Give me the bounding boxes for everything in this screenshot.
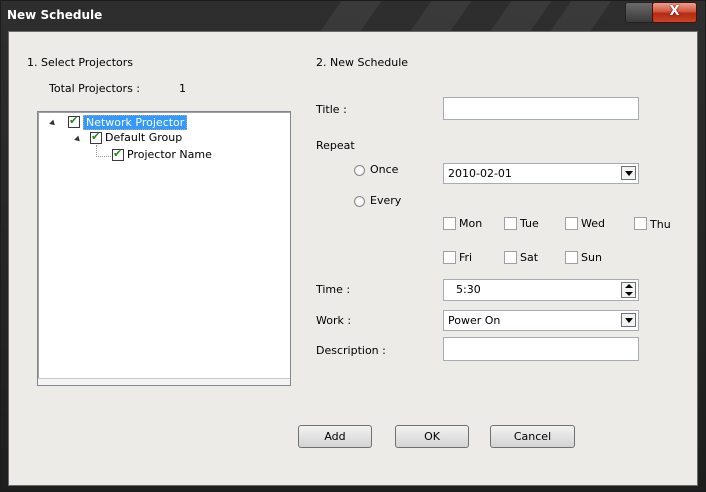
title-input[interactable]	[443, 97, 639, 120]
day-label-mon[interactable]: Mon	[459, 217, 482, 230]
close-icon: X	[669, 4, 680, 19]
titlebar-decoration	[550, 1, 612, 31]
day-label-fri[interactable]: Fri	[459, 251, 472, 264]
projector-tree[interactable]: Network Projector Default Group Projecto…	[37, 111, 291, 386]
checkbox-network-projector[interactable]	[68, 114, 80, 128]
titlebar-decoration	[490, 1, 552, 31]
titlebar-decoration	[410, 1, 472, 31]
day-checkbox-tue[interactable]	[504, 217, 517, 230]
once-label[interactable]: Once	[370, 163, 398, 176]
day-checkbox-mon[interactable]	[443, 217, 456, 230]
select-projectors-heading: 1. Select Projectors	[27, 56, 134, 69]
day-label-sat[interactable]: Sat	[520, 251, 538, 264]
horizontal-scrollbar[interactable]	[38, 378, 290, 385]
tree-node-network-projector[interactable]: Network Projector	[83, 115, 188, 130]
tree-connector	[96, 145, 111, 157]
time-label: Time :	[316, 283, 351, 296]
work-label: Work :	[316, 314, 352, 327]
description-input[interactable]	[443, 337, 639, 361]
day-checkbox-thu[interactable]	[634, 217, 647, 230]
day-checkbox-sat[interactable]	[504, 251, 517, 264]
day-checkbox-sun[interactable]	[565, 251, 578, 264]
day-label-wed[interactable]: Wed	[581, 217, 605, 230]
tree-node-default-group[interactable]: Default Group	[105, 131, 182, 144]
day-label-tue[interactable]: Tue	[520, 217, 539, 230]
new-schedule-heading: 2. New Schedule	[316, 56, 409, 69]
expand-arrow-icon[interactable]	[49, 119, 57, 128]
expand-arrow-icon[interactable]	[74, 135, 82, 144]
ok-button[interactable]: OK	[395, 425, 469, 448]
total-projectors-count: 1	[179, 82, 186, 95]
dialog-window: New Schedule X 1. Select Projectors Tota…	[0, 0, 706, 492]
date-value: 2010-02-01	[448, 167, 512, 180]
add-button[interactable]: Add	[298, 425, 372, 448]
title-bar[interactable]: New Schedule X	[1, 1, 705, 31]
day-label-thu[interactable]: Thu	[650, 218, 671, 231]
day-label-sun[interactable]: Sun	[581, 251, 602, 264]
day-checkbox-fri[interactable]	[443, 251, 456, 264]
titlebar-decoration	[320, 1, 382, 31]
dropdown-arrow-icon[interactable]	[621, 166, 636, 180]
once-radio[interactable]	[354, 165, 365, 176]
tree-node-projector-name[interactable]: Projector Name	[127, 148, 212, 161]
description-label: Description :	[316, 344, 386, 357]
time-spinner[interactable]: 5:30	[443, 279, 639, 301]
title-label: Title :	[316, 103, 347, 116]
dropdown-arrow-icon[interactable]	[621, 313, 636, 327]
repeat-label: Repeat	[316, 139, 355, 152]
total-projectors-label: Total Projectors :	[49, 82, 141, 95]
cancel-button[interactable]: Cancel	[490, 425, 575, 448]
every-radio[interactable]	[354, 196, 365, 207]
day-checkbox-wed[interactable]	[565, 217, 578, 230]
date-picker[interactable]: 2010-02-01	[443, 163, 639, 184]
close-button[interactable]: X	[652, 2, 697, 23]
time-value: 5:30	[456, 283, 481, 296]
checkbox-default-group[interactable]	[90, 130, 102, 144]
checkbox-projector-name[interactable]	[112, 147, 124, 161]
work-select[interactable]: Power On	[443, 310, 639, 331]
every-label[interactable]: Every	[370, 194, 401, 207]
work-value: Power On	[448, 314, 501, 327]
spinner-arrows-icon[interactable]	[621, 282, 636, 298]
dialog-content: 1. Select Projectors Total Projectors : …	[8, 31, 698, 486]
window-title: New Schedule	[7, 8, 103, 22]
minimize-button[interactable]	[625, 2, 653, 23]
